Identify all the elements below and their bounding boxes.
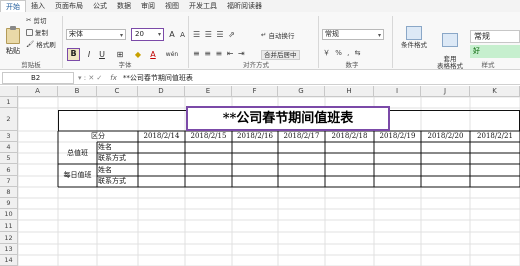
row-header-3[interactable]: 3	[0, 131, 18, 142]
group-label-styles: 样式	[481, 61, 495, 69]
field-label-cell[interactable]: 联系方式	[98, 176, 138, 187]
column-header-k[interactable]: K	[470, 86, 520, 97]
select-all-corner[interactable]	[0, 86, 18, 97]
field-label-cell[interactable]: 联系方式	[98, 153, 138, 164]
row-header-13[interactable]: 13	[0, 244, 18, 255]
menu-developer[interactable]: 开发工具	[184, 0, 222, 12]
column-header-a[interactable]: A	[18, 86, 58, 97]
row-header-11[interactable]: 11	[0, 220, 18, 232]
row-header-14[interactable]: 14	[0, 255, 18, 266]
formula-bar: B2 ▾ : ✕ ✓ fx **公司春节期间值班表	[0, 71, 520, 85]
wrap-icon: ↵	[261, 31, 267, 39]
table-format-icon	[442, 33, 458, 47]
shrink-font-button[interactable]: A	[178, 30, 187, 41]
column-header-d[interactable]: D	[138, 86, 185, 97]
copy-button[interactable]: 复制	[26, 27, 48, 37]
menu-review[interactable]: 审阅	[136, 0, 160, 12]
column-header-b[interactable]: B	[58, 86, 97, 97]
formula-bar-controls: ▾ : ✕ ✓	[78, 73, 103, 82]
format-painter-button[interactable]: 🖌 格式刷	[26, 39, 56, 49]
column-header-e[interactable]: E	[185, 86, 232, 97]
group-label-clipboard: 剪贴板	[21, 61, 41, 69]
menu-bar: 开始 插入 页面布局 公式 数据 审阅 视图 开发工具 福昕阅读器	[0, 0, 520, 12]
row-header-6[interactable]: 6	[0, 164, 18, 176]
number-format-buttons[interactable]: ￥ % , ⇆	[323, 48, 362, 58]
date-header-cell[interactable]: 2018/2/16	[232, 131, 278, 142]
column-header-f[interactable]: F	[232, 86, 278, 97]
brush-icon: 🖌	[26, 40, 35, 48]
row-header-8[interactable]: 8	[0, 187, 18, 198]
sheet-title[interactable]: **公司春节期间值班表	[186, 106, 390, 131]
row-header-2[interactable]: 2	[0, 108, 18, 131]
row-header-9[interactable]: 9	[0, 198, 18, 209]
copy-icon	[26, 28, 33, 36]
column-header-c[interactable]: C	[97, 86, 138, 97]
column-header-g[interactable]: G	[278, 86, 325, 97]
date-header-cell[interactable]: 2018/2/21	[470, 131, 520, 142]
font-size-select[interactable]: 20 ▾	[131, 28, 164, 41]
date-header-cell[interactable]: 2018/2/18	[325, 131, 374, 142]
number-format-select[interactable]: 常规 ▾	[322, 29, 384, 40]
date-header-cell[interactable]: 2018/2/20	[421, 131, 470, 142]
clipboard-icon	[6, 26, 20, 44]
font-name-select[interactable]: 宋体 ▾	[66, 29, 126, 40]
column-header-j[interactable]: J	[421, 86, 470, 97]
name-box[interactable]: B2	[2, 71, 74, 84]
row-header-5[interactable]: 5	[0, 153, 18, 164]
paste-button[interactable]: 粘贴	[4, 26, 22, 55]
style-normal[interactable]: 常规	[470, 30, 520, 43]
ribbon-group-labels: 剪贴板 字体 对齐方式 数字 样式	[0, 59, 520, 70]
date-header-cell[interactable]: 2018/2/19	[374, 131, 421, 142]
currency-icon: ￥	[323, 49, 332, 57]
scissors-icon: ✂	[26, 16, 32, 24]
menu-formulas[interactable]: 公式	[88, 0, 112, 12]
paste-label: 粘贴	[6, 47, 20, 55]
date-header-cell[interactable]: 2018/2/15	[185, 131, 232, 142]
wrap-text-button[interactable]: ↵ 自动换行	[261, 30, 294, 40]
chevron-down-icon: ▾	[119, 32, 123, 39]
chevron-down-icon: ▾	[157, 31, 161, 38]
menu-page-layout[interactable]: 页面布局	[50, 0, 88, 12]
field-label-cell[interactable]: 姓名	[98, 164, 138, 176]
row-header-4[interactable]: 4	[0, 142, 18, 153]
style-good[interactable]: 好	[470, 45, 520, 58]
group-label-number: 数字	[345, 61, 359, 69]
horizontal-align-icons[interactable]: ≡ ≡ ≡ ⇤ ⇥	[193, 49, 246, 58]
conditional-format-icon	[406, 26, 422, 40]
row-header-1[interactable]: 1	[0, 97, 18, 108]
group-label-font: 字体	[118, 61, 132, 69]
row-header-7[interactable]: 7	[0, 176, 18, 187]
menu-foxit[interactable]: 福昕阅读器	[222, 0, 267, 12]
column-header-h[interactable]: H	[325, 86, 374, 97]
fx-icon[interactable]: fx	[110, 74, 117, 82]
duty-group-cell[interactable]: 每日值班	[58, 164, 97, 187]
grow-font-button[interactable]: A	[167, 29, 177, 40]
cut-button[interactable]: ✂ 剪切	[26, 15, 46, 25]
menu-view[interactable]: 视图	[160, 0, 184, 12]
field-label-cell[interactable]: 姓名	[98, 142, 138, 153]
date-header-cell[interactable]: 2018/2/14	[138, 131, 185, 142]
formula-input[interactable]: **公司春节期间值班表	[123, 73, 193, 83]
group-label-alignment: 对齐方式	[243, 61, 269, 69]
decimal-icon: ⇆	[354, 49, 362, 57]
conditional-format-button[interactable]: 条件格式	[397, 26, 431, 49]
menu-data[interactable]: 数据	[112, 0, 136, 12]
menu-insert[interactable]: 插入	[26, 0, 50, 12]
menu-home[interactable]: 开始	[0, 0, 26, 12]
row-header-10[interactable]: 10	[0, 209, 18, 220]
column-header-i[interactable]: I	[374, 86, 421, 97]
duty-group-cell[interactable]: 总值班	[58, 142, 97, 164]
date-header-cell[interactable]: 2018/2/17	[278, 131, 325, 142]
chevron-down-icon: ▾	[377, 32, 381, 39]
row-header-12[interactable]: 12	[0, 232, 18, 244]
vertical-align-icons[interactable]: ☰ ☰ ☰ ⇗	[193, 30, 236, 39]
ribbon: 粘贴 ✂ 剪切 复制 🖌 格式刷 宋体 ▾ 20 ▾ A A B I U ⊞ ◆ A w…	[0, 12, 520, 70]
area-label-cell[interactable]: 区分	[58, 131, 138, 142]
